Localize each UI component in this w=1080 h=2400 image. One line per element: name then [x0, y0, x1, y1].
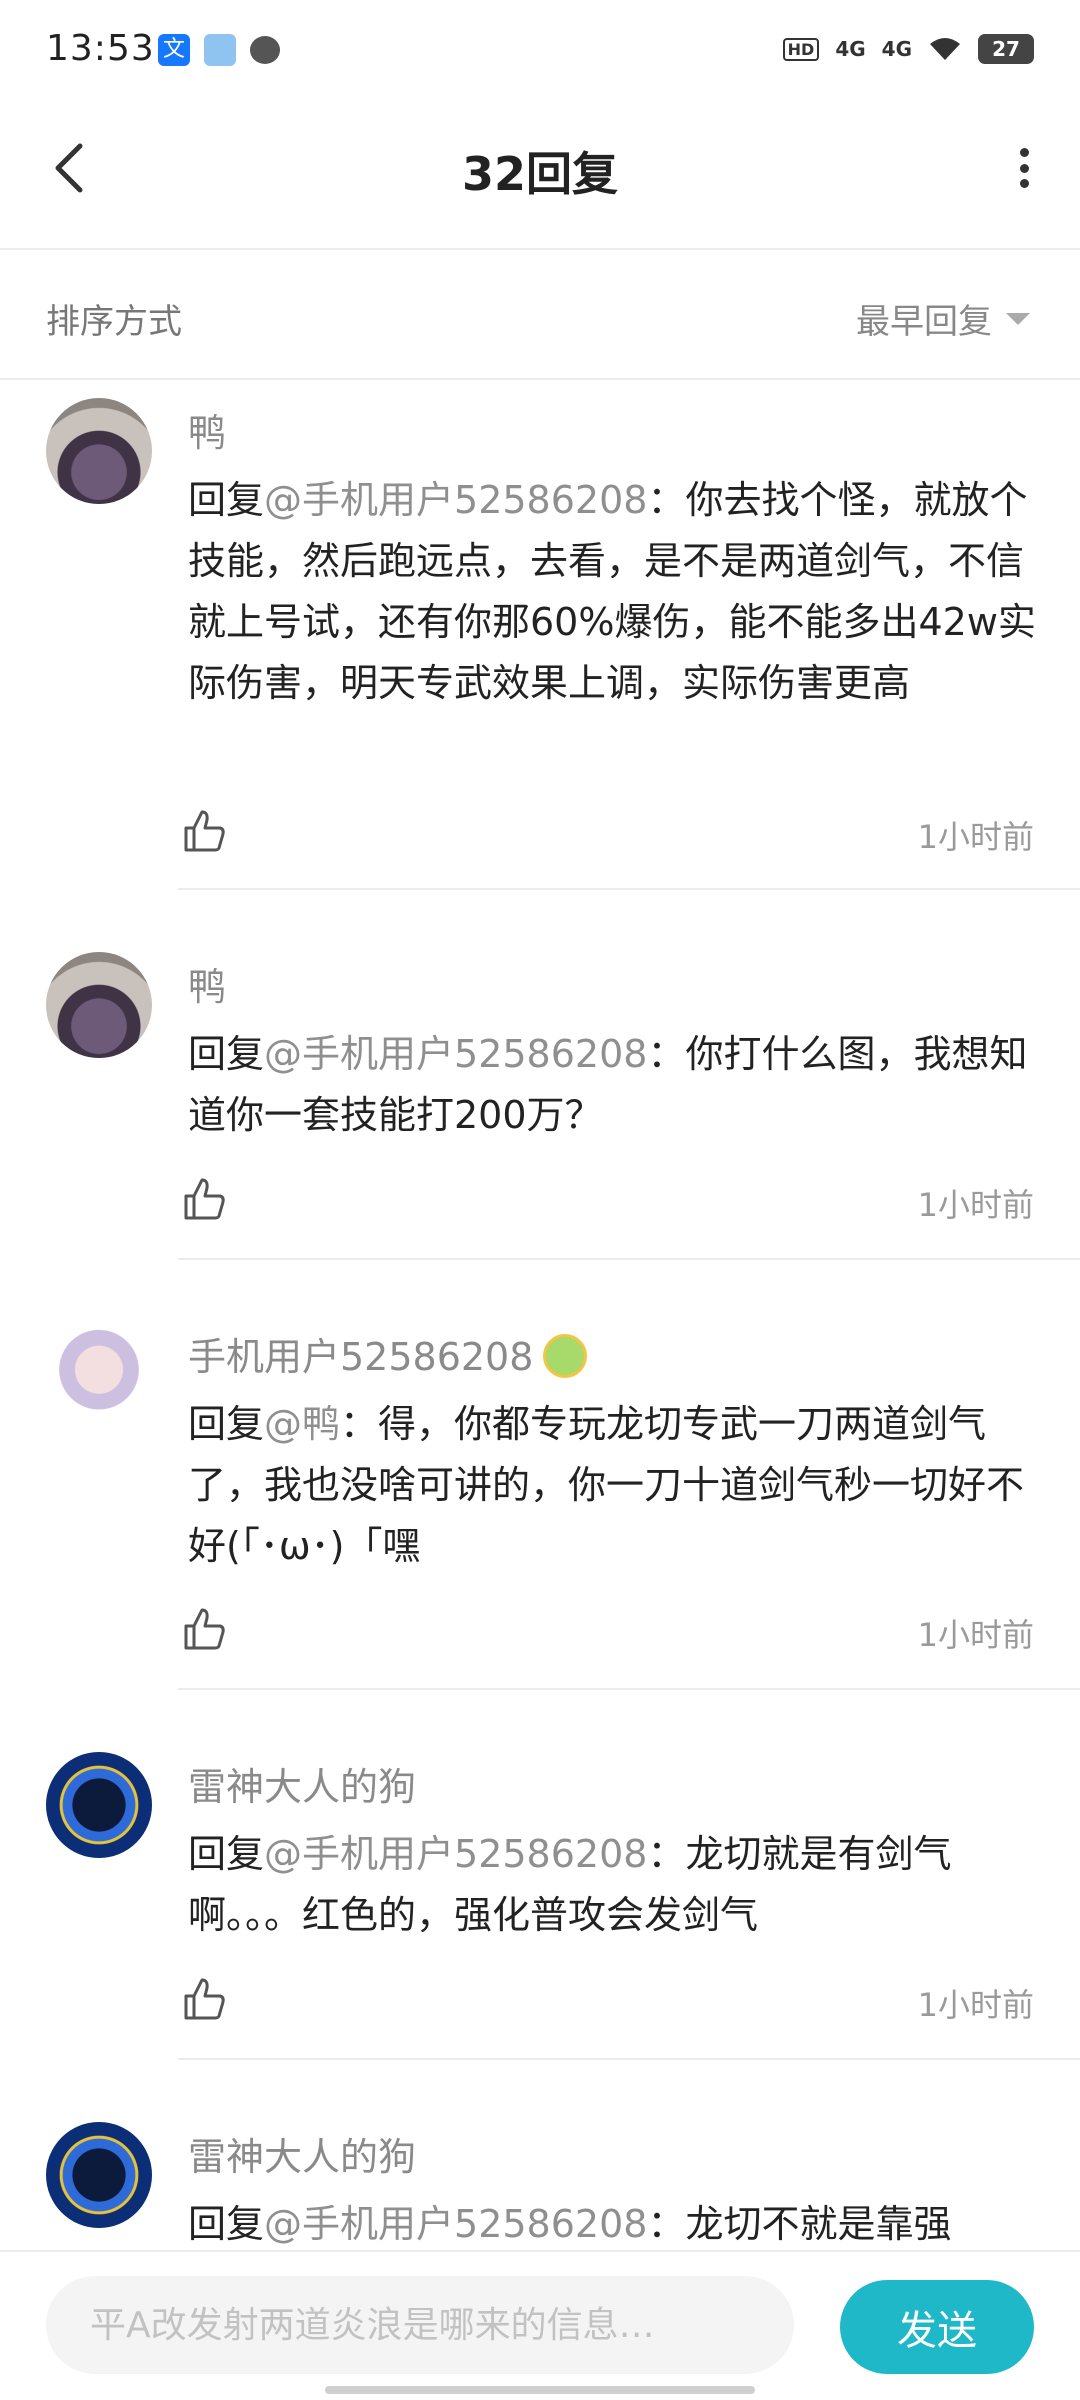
reply-content: 回复@手机用户52586208：你打什么图，我想知道你一套技能打200万？	[188, 1024, 1038, 1146]
reply-author[interactable]: 雷神大人的狗	[188, 1756, 416, 1811]
hd-icon: HD	[782, 37, 820, 61]
reply-content: 回复@手机用户52586208：你去找个怪，就放个技能，然后跑远点，去看，是不是…	[188, 470, 1038, 714]
app-notification-icon	[204, 34, 236, 66]
home-indicator[interactable]	[325, 2386, 755, 2394]
send-button[interactable]: 发送	[840, 2280, 1034, 2374]
reply-prefix: 回复	[188, 1402, 265, 1446]
avatar[interactable]	[46, 398, 152, 504]
mention-link[interactable]: @手机用户52586208	[264, 2202, 647, 2246]
message-icon	[250, 36, 280, 64]
reply-content: 回复@手机用户52586208：龙切不就是靠强	[188, 2194, 1038, 2255]
reply-text: ：龙切不就是靠强	[647, 2202, 952, 2246]
reply-time: 1小时前	[917, 1186, 1034, 1224]
status-bar: 13:53 文 HD 4G 4G 27	[0, 0, 1080, 100]
page-title: 32回复	[461, 147, 618, 201]
reply-input[interactable]	[46, 2276, 794, 2374]
divider	[178, 888, 1080, 890]
reply-time: 1小时前	[917, 1986, 1034, 2024]
chevron-down-icon	[1006, 312, 1030, 325]
reply-time: 1小时前	[917, 818, 1034, 856]
reply-content: 回复@鸭：得，你都专玩龙切专武一刀两道剑气了，我也没啥可讲的，你一刀十道剑气秒一…	[188, 1394, 1038, 1577]
alipay-icon: 文	[158, 34, 190, 66]
status-time: 13:53	[46, 28, 155, 69]
reply-composer: 发送	[0, 2250, 1080, 2400]
reply-author[interactable]: 雷神大人的狗	[188, 2126, 416, 2181]
signal-icon-1: 4G	[835, 37, 866, 61]
mention-link[interactable]: @鸭	[264, 1402, 340, 1446]
reply-prefix: 回复	[188, 478, 265, 522]
thumbs-up-icon[interactable]	[180, 1606, 228, 1654]
sort-selected-value: 最早回复	[856, 302, 992, 342]
battery-icon: 27	[978, 34, 1034, 64]
thumbs-up-icon[interactable]	[180, 1176, 228, 1224]
reply-time: 1小时前	[917, 1616, 1034, 1654]
more-options-icon[interactable]	[1004, 140, 1044, 196]
status-indicators: HD 4G 4G 27	[782, 34, 1034, 64]
status-app-icons: 文	[158, 34, 280, 66]
divider	[178, 1688, 1080, 1690]
reply-author[interactable]: 鸭	[188, 402, 226, 457]
divider	[178, 1258, 1080, 1260]
wifi-icon	[930, 38, 960, 60]
mention-link[interactable]: @手机用户52586208	[264, 1832, 647, 1876]
reply-author-name: 手机用户52586208	[188, 1335, 534, 1379]
sort-label: 排序方式	[46, 302, 182, 342]
sort-dropdown[interactable]: 最早回复	[856, 294, 1030, 343]
user-badge-icon	[543, 1334, 588, 1378]
thumbs-up-icon[interactable]	[180, 808, 228, 856]
reply-prefix: 回复	[188, 1032, 265, 1076]
avatar[interactable]	[46, 2122, 152, 2228]
divider	[178, 2058, 1080, 2060]
avatar[interactable]	[46, 1752, 152, 1858]
mention-link[interactable]: @手机用户52586208	[264, 478, 647, 522]
top-navigation-bar: 32回复	[0, 100, 1080, 250]
reply-author[interactable]: 鸭	[188, 956, 226, 1011]
avatar[interactable]	[46, 952, 152, 1058]
sort-bar: 排序方式 最早回复	[0, 250, 1080, 380]
thumbs-up-icon[interactable]	[180, 1976, 228, 2024]
reply-prefix: 回复	[188, 1832, 265, 1876]
avatar[interactable]	[46, 1322, 152, 1428]
reply-author[interactable]: 手机用户52586208	[188, 1326, 588, 1381]
signal-icon-2: 4G	[881, 37, 912, 61]
reply-prefix: 回复	[188, 2202, 265, 2246]
mention-link[interactable]: @手机用户52586208	[264, 1032, 647, 1076]
reply-content: 回复@手机用户52586208：龙切就是有剑气啊。。。红色的，强化普攻会发剑气	[188, 1824, 1038, 1946]
